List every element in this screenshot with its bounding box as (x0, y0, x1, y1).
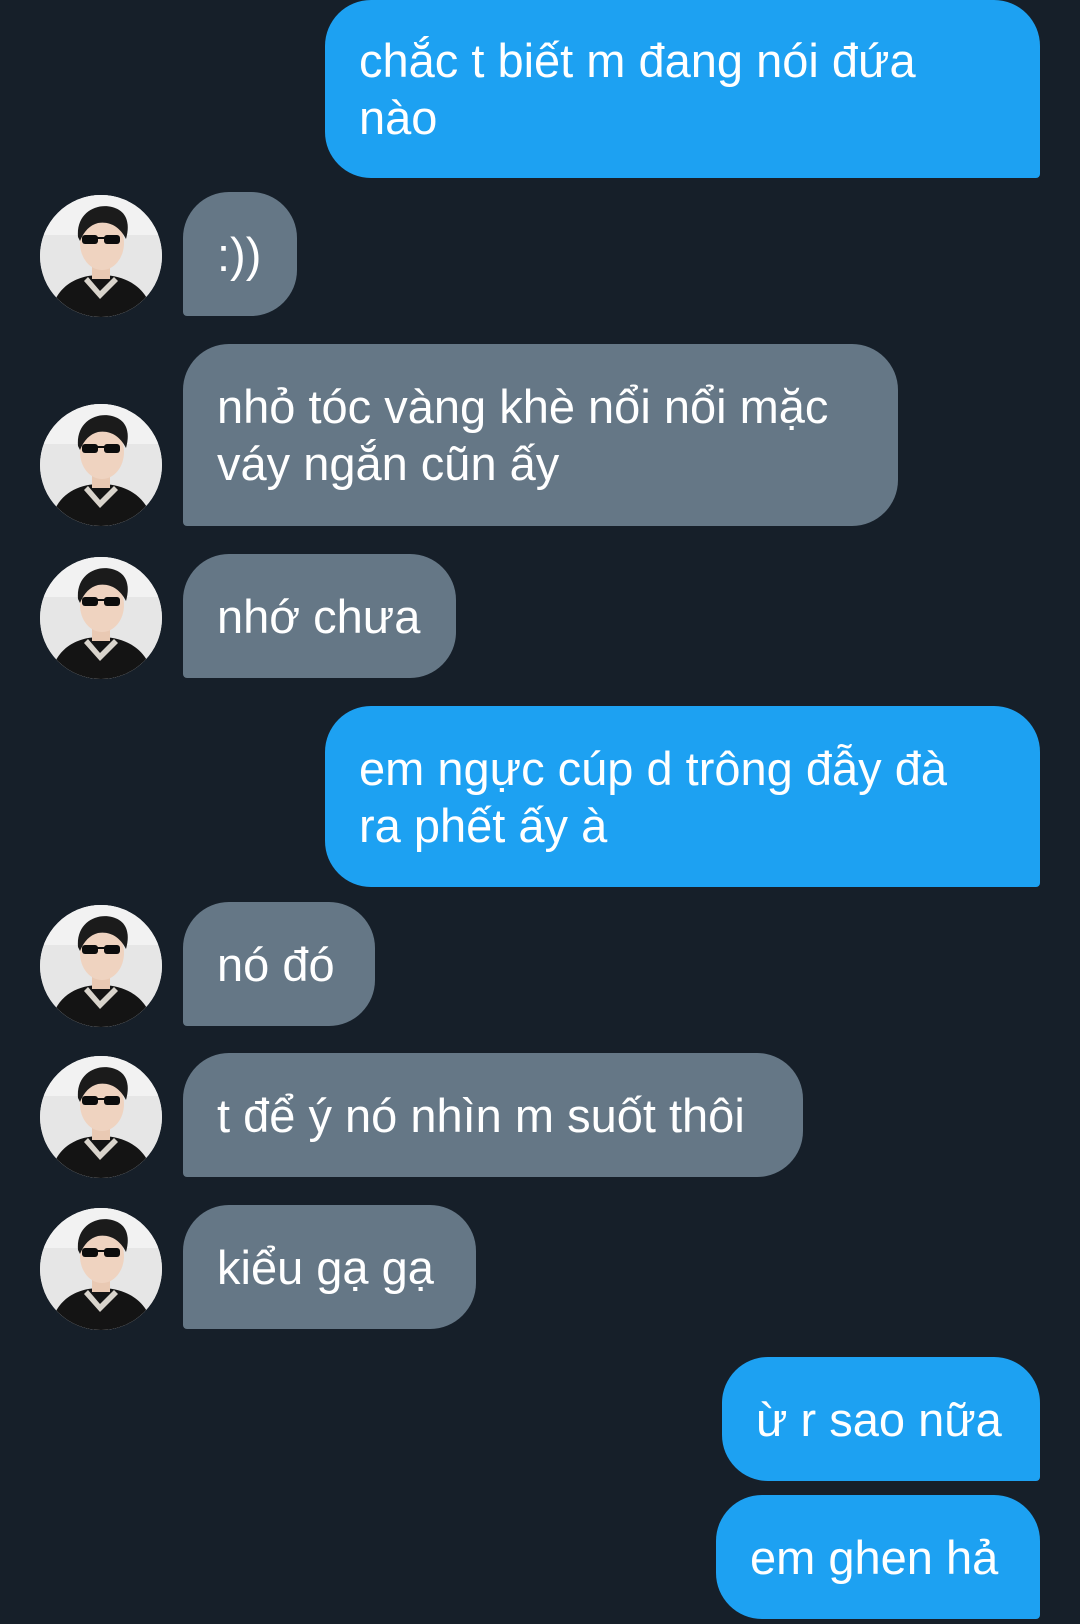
avatar-photo-icon (40, 404, 162, 526)
avatar-photo-icon (40, 1208, 162, 1330)
received-message-bubble[interactable]: kiểu gạ gạ (183, 1205, 476, 1329)
contact-avatar[interactable] (40, 404, 162, 526)
avatar-photo-icon (40, 195, 162, 317)
received-message-bubble[interactable]: nhỏ tóc vàng khè nổi nổi mặc váy ngắn cũ… (183, 344, 898, 526)
avatar-photo-icon (40, 905, 162, 1027)
sent-message-bubble[interactable]: em ghen hả (716, 1495, 1040, 1619)
sent-message-bubble[interactable]: ừ r sao nữa (722, 1357, 1040, 1481)
avatar-photo-icon (40, 557, 162, 679)
sent-message-bubble[interactable]: em ngực cúp d trông đẫy đà ra phết ấy à (325, 706, 1040, 887)
avatar-photo-icon (40, 1056, 162, 1178)
received-message-bubble[interactable]: t để ý nó nhìn m suốt thôi (183, 1053, 803, 1177)
contact-avatar[interactable] (40, 905, 162, 1027)
contact-avatar[interactable] (40, 1208, 162, 1330)
contact-avatar[interactable] (40, 1056, 162, 1178)
sent-message-bubble[interactable]: chắc t biết m đang nói đứa nào (325, 0, 1040, 178)
received-message-bubble[interactable]: nhớ chưa (183, 554, 456, 678)
contact-avatar[interactable] (40, 557, 162, 679)
contact-avatar[interactable] (40, 195, 162, 317)
received-message-bubble[interactable]: :)) (183, 192, 297, 316)
received-message-bubble[interactable]: nó đó (183, 902, 375, 1026)
